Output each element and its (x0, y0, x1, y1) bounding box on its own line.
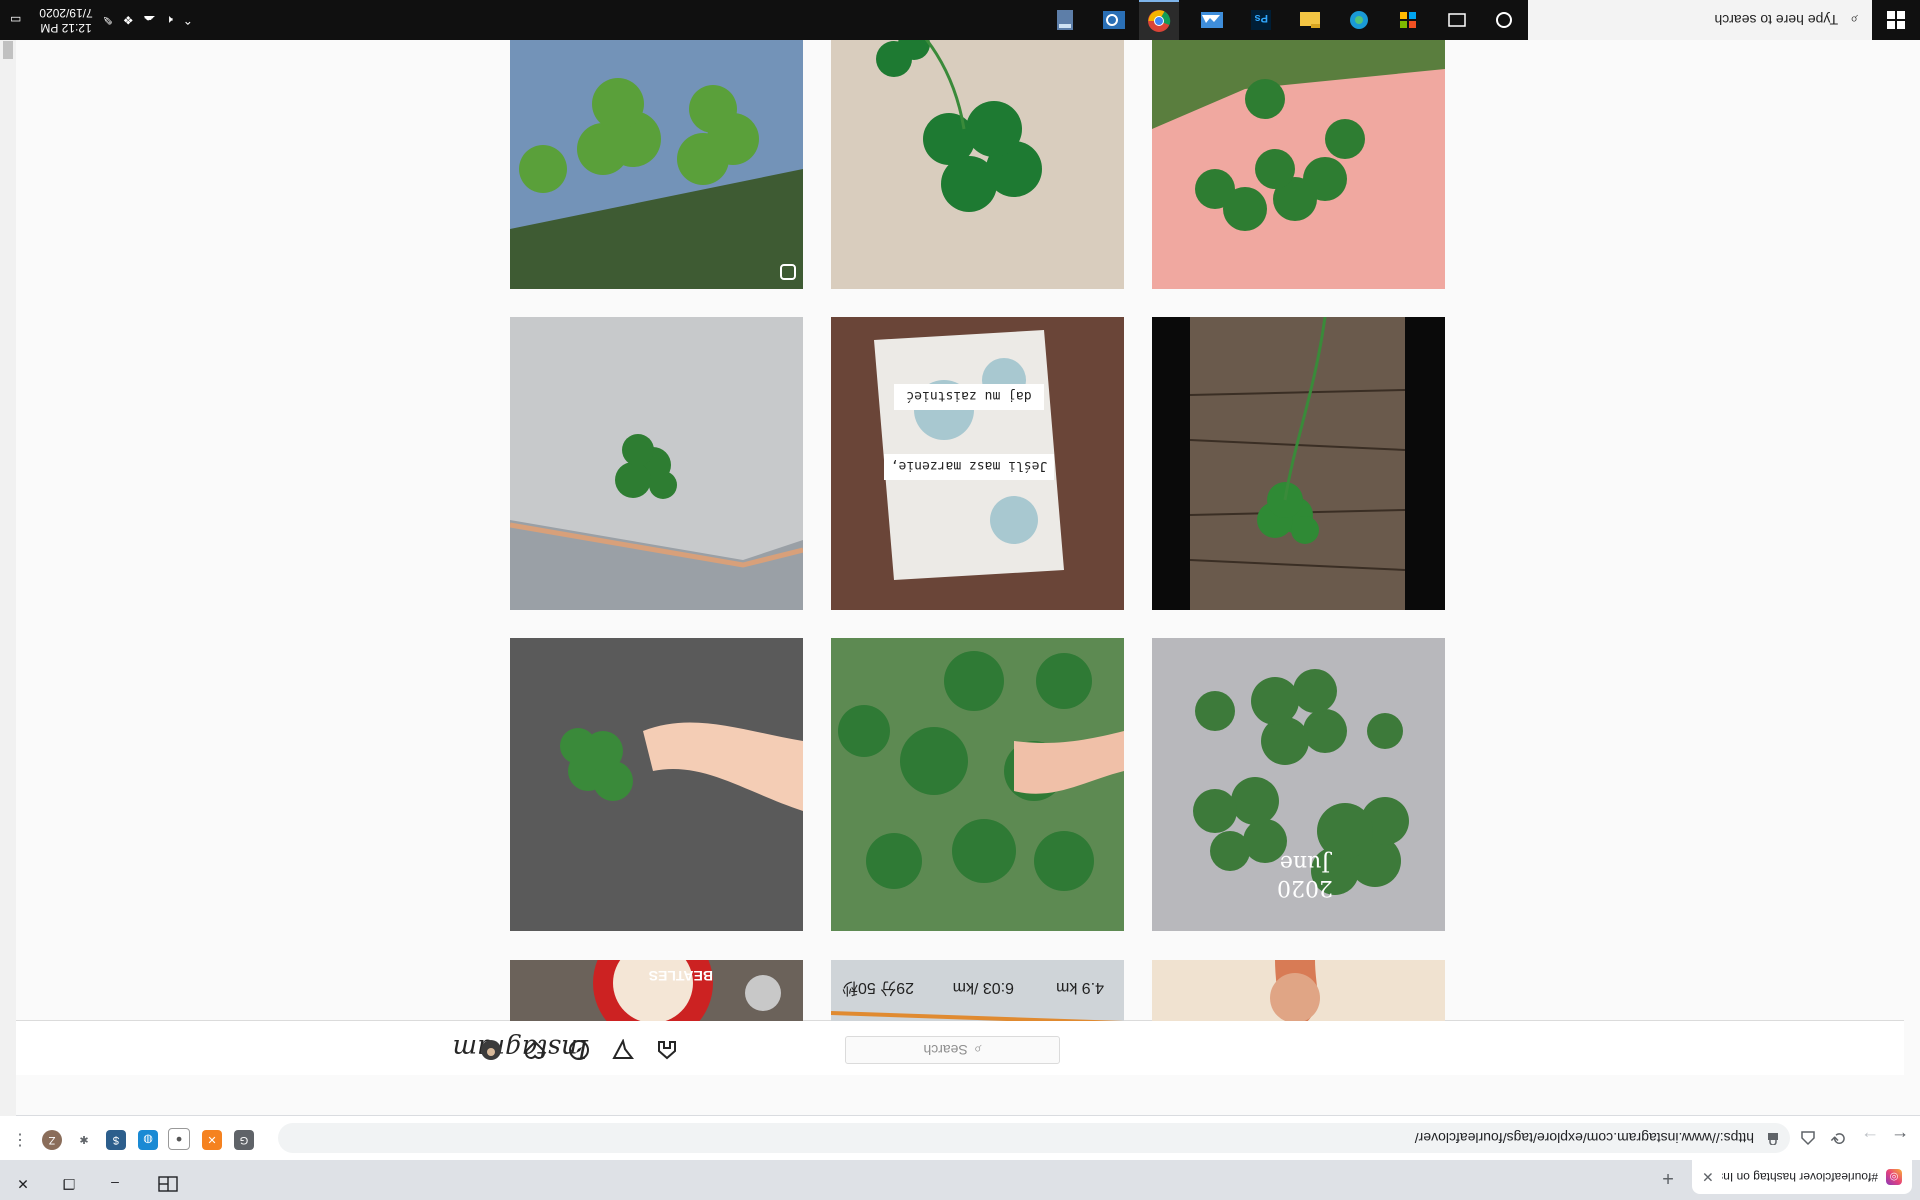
scrollbar-thumb[interactable] (3, 41, 13, 59)
clock[interactable]: 12:12 PM 7/19/2020 (39, 5, 92, 35)
clock-time: 12:12 PM (40, 21, 92, 35)
extension-blue-icon[interactable]: ◍ (138, 1130, 158, 1150)
svg-text:daj mu zaistnieć: daj mu zaistnieć (906, 388, 1031, 403)
chevron-up-icon[interactable]: ⌃ (183, 13, 193, 27)
windows-taskbar: ⌕ Type here to search Ps ⌃ 🔈︎ ☁︎ ❖ ✎ 12:… (0, 0, 1920, 40)
edge-icon[interactable] (1343, 4, 1375, 36)
minimize-button[interactable]: – (92, 1168, 138, 1200)
browser-toolbar: ← → ⟳ https://www.instagram.com/explore/… (0, 1115, 1920, 1160)
post-thumbnail[interactable]: 4.9 km 6:03 /km 29分 50秒 (830, 960, 1125, 1021)
post-thumbnail[interactable] (510, 638, 803, 931)
system-tray: ⌃ 🔈︎ ☁︎ ❖ ✎ 12:12 PM 7/19/2020 ▭ (0, 0, 193, 40)
pen-icon[interactable]: ✎ (103, 13, 113, 27)
tab-close-icon[interactable]: ✕ (1702, 1169, 1714, 1186)
home-icon[interactable] (655, 1038, 679, 1062)
search-icon: ⌕ (973, 1042, 982, 1059)
svg-text:6:03 /km: 6:03 /km (953, 979, 1014, 996)
store-icon[interactable] (1392, 4, 1424, 36)
task-view-icon[interactable] (1441, 4, 1473, 36)
photo-grid: 4.9 km 6:03 /km 29分 50秒 BEATLES 2020 June J… (16, 10, 1920, 1021)
post-thumbnail[interactable] (1152, 10, 1445, 289)
cortana-icon[interactable] (1488, 4, 1520, 36)
reload-icon[interactable]: ⟳ (1826, 1126, 1850, 1150)
post-thumbnail[interactable] (510, 10, 803, 289)
weather-app-icon[interactable] (1196, 4, 1228, 36)
forward-icon[interactable]: → (1858, 1126, 1882, 1150)
svg-text:BEATLES: BEATLES (649, 968, 713, 984)
extension-orange-icon[interactable]: ✕ (202, 1130, 222, 1150)
post-thumbnail[interactable] (1152, 316, 1445, 610)
taskbar-search-box[interactable]: ⌕ Type here to search (1528, 0, 1872, 40)
extension-circle-icon[interactable]: ● (168, 1128, 190, 1150)
instagram-nav-icons (479, 1038, 679, 1062)
instagram-header: Instagram ⌕ Search (0, 1020, 1904, 1075)
close-window-button[interactable]: ✕ (0, 1168, 46, 1200)
search-icon: ⌕ (1850, 12, 1858, 29)
post-thumbnail[interactable]: Jeśli masz marzenie, daj mu zaistnieć (831, 317, 1124, 610)
instagram-favicon-icon: ◎ (1886, 1169, 1902, 1185)
calculator-icon[interactable] (1049, 4, 1081, 36)
page-scrollbar[interactable] (0, 40, 16, 1116)
window-controls: – ❐ ✕ (0, 1168, 198, 1200)
svg-text:Jeśli masz marzenie,: Jeśli masz marzenie, (891, 458, 1048, 473)
file-explorer-icon[interactable] (1294, 4, 1326, 36)
post-thumbnail[interactable] (509, 317, 804, 610)
new-tab-button[interactable]: + (1654, 1164, 1682, 1192)
browser-menu-icon[interactable]: ⋮ (10, 1130, 30, 1150)
onedrive-icon[interactable]: ☁︎ (144, 13, 156, 27)
direct-message-icon[interactable] (611, 1038, 635, 1062)
photoshop-icon[interactable]: Ps (1245, 4, 1277, 36)
post-thumbnail[interactable] (831, 638, 1124, 931)
restore-button[interactable]: ❐ (46, 1168, 92, 1200)
post-thumbnail[interactable] (1152, 959, 1445, 1021)
volume-icon[interactable]: 🔈︎ (166, 13, 173, 28)
taskbar-search-placeholder: Type here to search (1714, 12, 1839, 28)
post-thumbnail[interactable]: BEATLES (510, 923, 803, 1021)
notifications-icon[interactable]: ▭ (10, 13, 21, 27)
browser-tab[interactable]: ◎ #fourleafclover hashtag on Insta ✕ (1692, 1160, 1912, 1194)
chrome-icon[interactable] (1139, 0, 1179, 40)
back-icon[interactable]: ← (1888, 1126, 1912, 1150)
screen: ◎ #fourleafclover hashtag on Insta ✕ + –… (0, 0, 1920, 1200)
extensions-puzzle-icon[interactable]: ✱ (74, 1130, 94, 1150)
tab-title: #fourleafclover hashtag on Insta (1721, 1170, 1878, 1184)
extension-dollar-icon[interactable]: $ (106, 1130, 126, 1150)
svg-text:29分 50秒: 29分 50秒 (842, 979, 914, 997)
profile-avatar[interactable]: Z (42, 1130, 62, 1150)
home-icon[interactable] (1796, 1126, 1820, 1150)
svg-text:2020: 2020 (1277, 875, 1333, 900)
address-bar[interactable]: https://www.instagram.com/explore/tags/f… (278, 1123, 1790, 1153)
explore-compass-icon[interactable] (567, 1038, 591, 1062)
profile-avatar-icon[interactable] (479, 1038, 503, 1062)
outlook-settings-icon[interactable] (1098, 4, 1130, 36)
windows-start-icon[interactable] (1872, 0, 1920, 40)
svg-text:June: June (1280, 850, 1332, 875)
svg-text:Ps: Ps (1255, 12, 1268, 24)
activity-heart-icon[interactable] (523, 1038, 547, 1062)
post-thumbnail[interactable] (831, 10, 1124, 289)
layout-icon[interactable] (138, 1168, 198, 1200)
post-thumbnail[interactable]: 2020 June (1152, 638, 1445, 931)
instagram-search-input[interactable]: ⌕ Search (845, 1036, 1060, 1064)
browser-tab-strip: ◎ #fourleafclover hashtag on Insta ✕ + –… (0, 1160, 1920, 1200)
clock-date: 7/19/2020 (39, 6, 93, 20)
svg-text:4.9 km: 4.9 km (1056, 979, 1104, 996)
dropbox-icon[interactable]: ❖ (123, 13, 134, 27)
search-placeholder: Search (923, 1042, 968, 1058)
lock-icon (1768, 1133, 1778, 1145)
url-text: https://www.instagram.com/explore/tags/f… (1414, 1130, 1754, 1146)
extension-letter-icon[interactable]: G (234, 1130, 254, 1150)
